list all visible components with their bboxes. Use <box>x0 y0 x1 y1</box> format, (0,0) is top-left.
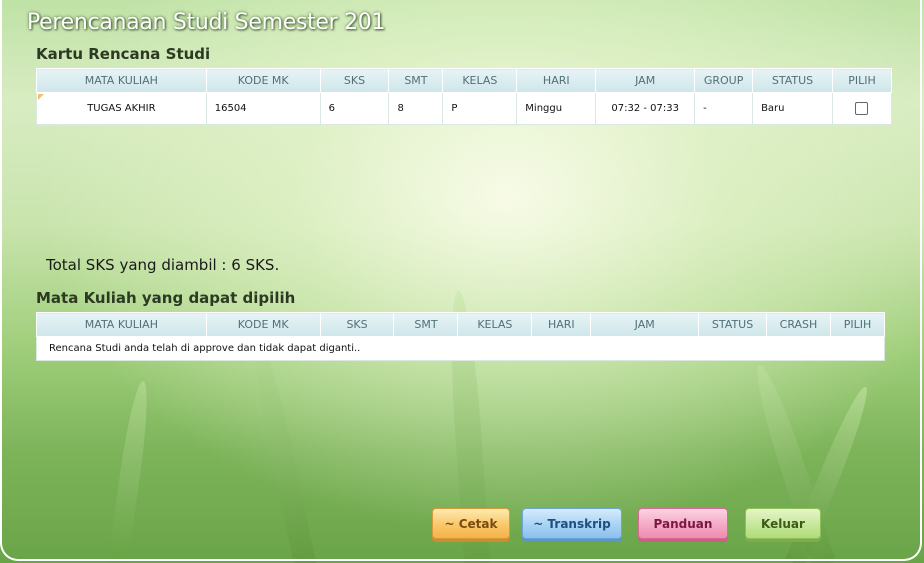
cell-group: - <box>694 92 754 125</box>
krs-section-title: Kartu Rencana Studi <box>36 45 211 63</box>
cell-kode-mk: 16504 <box>205 92 321 125</box>
cell-jam: 07:32 - 07:33 <box>595 92 696 125</box>
krs-col-smt: SMT <box>388 68 444 93</box>
avail-col-pilih: PILIH <box>829 312 886 337</box>
available-section-title: Mata Kuliah yang dapat dipilih <box>36 289 296 307</box>
cell-mata-kuliah: TUGAS AKHIR <box>36 92 207 125</box>
total-sks-text: Total SKS yang diambil : 6 SKS. <box>46 256 280 274</box>
keluar-button[interactable]: Keluar <box>745 508 821 539</box>
page-title: Perencanaan Studi Semester 201 <box>27 10 386 35</box>
avail-col-mata-kuliah: MATA KULIAH <box>36 312 207 337</box>
avail-col-jam: JAM <box>590 312 700 337</box>
avail-col-smt: SMT <box>393 312 459 337</box>
avail-col-sks: SKS <box>319 312 395 337</box>
avail-col-kelas: KELAS <box>457 312 533 337</box>
krs-col-mata-kuliah: MATA KULIAH <box>36 68 207 93</box>
table-row: Rencana Studi anda telah di approve dan … <box>36 336 885 361</box>
row-marker-icon <box>38 94 44 100</box>
krs-header-row: MATA KULIAH KODE MK SKS SMT KELAS HARI J… <box>36 68 893 93</box>
cell-status: Baru <box>752 92 833 125</box>
krs-col-group: GROUP <box>694 68 754 93</box>
cell-sks: 6 <box>319 92 390 125</box>
available-message: Rencana Studi anda telah di approve dan … <box>36 336 885 361</box>
table-row: TUGAS AKHIR 16504 6 8 P Minggu 07:32 - 0… <box>36 92 893 125</box>
krs-col-kode-mk: KODE MK <box>205 68 321 93</box>
krs-col-status: STATUS <box>752 68 833 93</box>
avail-col-crash: CRASH <box>766 312 831 337</box>
available-header-row: MATA KULIAH KODE MK SKS SMT KELAS HARI J… <box>36 312 886 337</box>
avail-col-status: STATUS <box>698 312 768 337</box>
krs-col-pilih: PILIH <box>831 68 893 93</box>
krs-col-sks: SKS <box>319 68 390 93</box>
available-table: MATA KULIAH KODE MK SKS SMT KELAS HARI J… <box>36 312 886 361</box>
cell-mata-kuliah-text: TUGAS AKHIR <box>87 103 156 114</box>
transkrip-button[interactable]: ~ Transkrip <box>522 508 622 539</box>
cetak-button[interactable]: ~ Cetak <box>432 508 510 539</box>
cell-kelas: P <box>442 92 518 125</box>
krs-table: MATA KULIAH KODE MK SKS SMT KELAS HARI J… <box>36 68 893 125</box>
pilih-checkbox[interactable] <box>855 102 869 115</box>
krs-col-kelas: KELAS <box>442 68 518 93</box>
avail-col-hari: HARI <box>531 312 592 337</box>
cell-smt: 8 <box>388 92 444 125</box>
krs-col-hari: HARI <box>516 68 597 93</box>
cell-pilih <box>831 92 893 125</box>
krs-col-jam: JAM <box>595 68 696 93</box>
panduan-button[interactable]: Panduan <box>638 508 728 539</box>
avail-col-kode-mk: KODE MK <box>205 312 321 337</box>
cell-hari: Minggu <box>516 92 597 125</box>
